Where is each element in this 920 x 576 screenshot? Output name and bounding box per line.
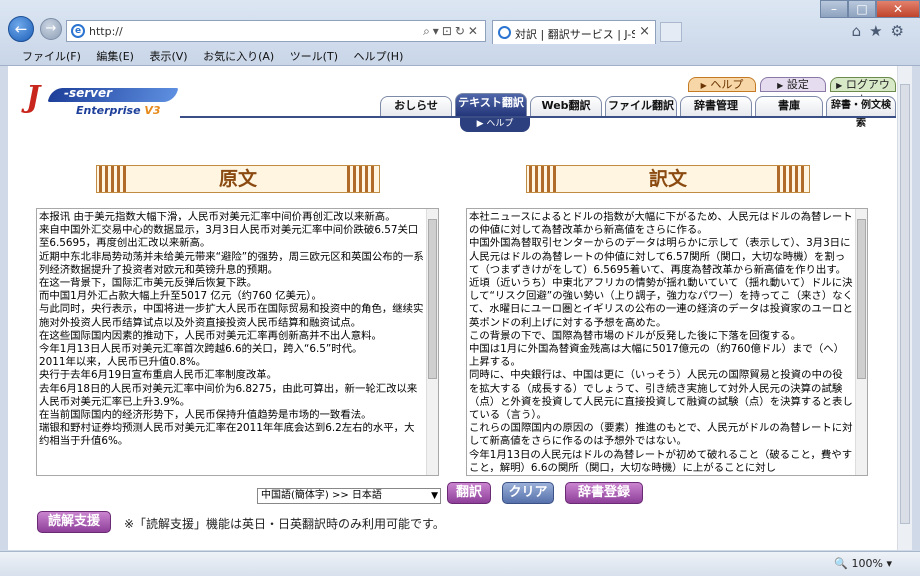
source-scrollbar[interactable] bbox=[426, 209, 438, 475]
tab-file-translation[interactable]: ファイル翻訳 bbox=[605, 96, 677, 116]
address-url: http:// bbox=[89, 25, 123, 38]
chevron-down-icon: ▼ bbox=[431, 491, 438, 501]
target-scrollbar[interactable] bbox=[855, 209, 867, 475]
tab-notice[interactable]: おしらせ bbox=[380, 96, 452, 116]
reading-support-note: ※「読解支援」機能は英日・日英翻訳時のみ利用可能です。 bbox=[124, 517, 445, 531]
menu-bar: ファイル(F) 編集(E) 表示(V) お気に入り(A) ツール(T) ヘルプ(… bbox=[0, 45, 920, 65]
clear-button[interactable]: クリア bbox=[502, 482, 554, 504]
header-stripes bbox=[347, 166, 377, 192]
menu-favorites[interactable]: お気に入り(A) bbox=[203, 48, 274, 64]
target-scroll-thumb[interactable] bbox=[857, 219, 866, 379]
help-link[interactable]: ▶ ヘルプ bbox=[688, 77, 756, 92]
tab-web-translation[interactable]: Web翻訳 bbox=[530, 96, 602, 116]
browser-chrome: ← → e http:// ⌕▾⊡↻✕ 対訳 | 翻訳サービス | J-S...… bbox=[0, 0, 920, 66]
menu-tools[interactable]: ツール(T) bbox=[290, 48, 338, 64]
header-stripes bbox=[777, 166, 807, 192]
logo-j: J bbox=[26, 80, 41, 115]
arrow-icon: ▶ bbox=[777, 81, 784, 90]
close-window-button[interactable]: ✕ bbox=[876, 0, 920, 18]
arrow-icon: ▶ bbox=[476, 119, 484, 129]
browser-tab[interactable]: 対訳 | 翻訳サービス | J-S... × bbox=[492, 20, 656, 44]
menu-edit[interactable]: 編集(E) bbox=[96, 48, 134, 64]
back-button[interactable]: ← bbox=[8, 16, 34, 42]
target-text: 本社ニュースによるとドルの指数が大幅に下がるため、人民元はドルの為替レートの仲値… bbox=[469, 211, 853, 474]
logo-enterprise-text: Enterprise bbox=[76, 104, 141, 117]
arrow-icon: ▶ bbox=[836, 81, 843, 90]
logo-version: V3 bbox=[144, 104, 161, 117]
translate-button[interactable]: 翻訳 bbox=[447, 482, 491, 504]
target-header: 訳文 bbox=[526, 165, 810, 193]
reading-support-button[interactable]: 読解支援 bbox=[37, 511, 111, 533]
tab-title: 対訳 | 翻訳サービス | J-S... bbox=[515, 28, 635, 41]
source-scroll-thumb[interactable] bbox=[428, 219, 437, 379]
settings-link[interactable]: ▶ 設定 bbox=[760, 77, 826, 92]
header-stripes bbox=[529, 166, 559, 192]
window-controls: – □ ✕ bbox=[820, 0, 920, 18]
address-bar[interactable]: e http:// ⌕▾⊡↻✕ bbox=[66, 20, 486, 42]
maximize-button[interactable]: □ bbox=[848, 0, 876, 18]
target-textarea[interactable]: 本社ニュースによるとドルの指数が大幅に下がるため、人民元はドルの為替レートの仲値… bbox=[466, 208, 868, 476]
ie-icon: e bbox=[71, 24, 85, 38]
source-header-label: 原文 bbox=[218, 168, 257, 190]
nav-underline bbox=[180, 116, 896, 118]
source-textarea[interactable]: 本报讯 由于美元指数大幅下滑，人民币对美元汇率中间价再创汇改以来新高。 来自中国… bbox=[36, 208, 439, 476]
logo-server: -server bbox=[64, 86, 113, 100]
zoom-value: 100% bbox=[851, 557, 883, 570]
search-refresh-icon[interactable]: ⌕▾⊡↻✕ bbox=[423, 24, 481, 39]
logout-link[interactable]: ▶ ログアウト bbox=[830, 77, 896, 106]
header-stripes bbox=[99, 166, 129, 192]
tab-library[interactable]: 書庫 bbox=[755, 96, 823, 116]
minimize-button[interactable]: – bbox=[820, 0, 848, 18]
menu-file[interactable]: ファイル(F) bbox=[22, 48, 81, 64]
page-scrollbar[interactable] bbox=[897, 66, 912, 550]
jserver-logo: J -server Enterprise V3 bbox=[22, 80, 180, 118]
source-header: 原文 bbox=[96, 165, 380, 193]
home-favorites-gear-icons[interactable]: ⌂★⚙ bbox=[852, 22, 912, 40]
tab-close-icon[interactable]: × bbox=[639, 24, 650, 39]
zoom-level[interactable]: 🔍 100% ▾ bbox=[834, 557, 892, 570]
settings-label: 設定 bbox=[786, 78, 809, 91]
new-tab-button[interactable] bbox=[660, 22, 682, 42]
target-header-label: 訳文 bbox=[648, 168, 687, 190]
menu-view[interactable]: 表示(V) bbox=[149, 48, 187, 64]
help-label: ヘルプ bbox=[710, 78, 744, 91]
tab-text-translation[interactable]: テキスト翻訳 bbox=[455, 93, 527, 116]
sub-help-label: ヘルプ bbox=[486, 119, 514, 129]
source-text: 本报讯 由于美元指数大幅下滑，人民币对美元汇率中间价再创汇改以来新高。 来自中国… bbox=[39, 211, 424, 448]
forward-button[interactable]: → bbox=[40, 18, 62, 40]
language-pair-value: 中国語(簡体字) >> 日本語 bbox=[261, 490, 382, 501]
menu-help[interactable]: ヘルプ(H) bbox=[354, 48, 404, 64]
dictionary-register-button[interactable]: 辞書登録 bbox=[565, 482, 643, 504]
tab-dictionary-search[interactable]: 辞書・例文検索 bbox=[826, 96, 896, 129]
sub-help-link[interactable]: ▶ ヘルプ bbox=[460, 118, 530, 132]
tab-ie-icon bbox=[498, 26, 511, 39]
tab-dictionary-management[interactable]: 辞書管理 bbox=[680, 96, 752, 116]
arrow-icon: ▶ bbox=[700, 81, 707, 90]
logo-enterprise: Enterprise V3 bbox=[76, 104, 161, 117]
status-bar: 🔍 100% ▾ bbox=[0, 551, 920, 576]
language-pair-select[interactable]: 中国語(簡体字) >> 日本語 ▼ bbox=[257, 488, 441, 504]
page-scroll-thumb[interactable] bbox=[900, 84, 910, 524]
